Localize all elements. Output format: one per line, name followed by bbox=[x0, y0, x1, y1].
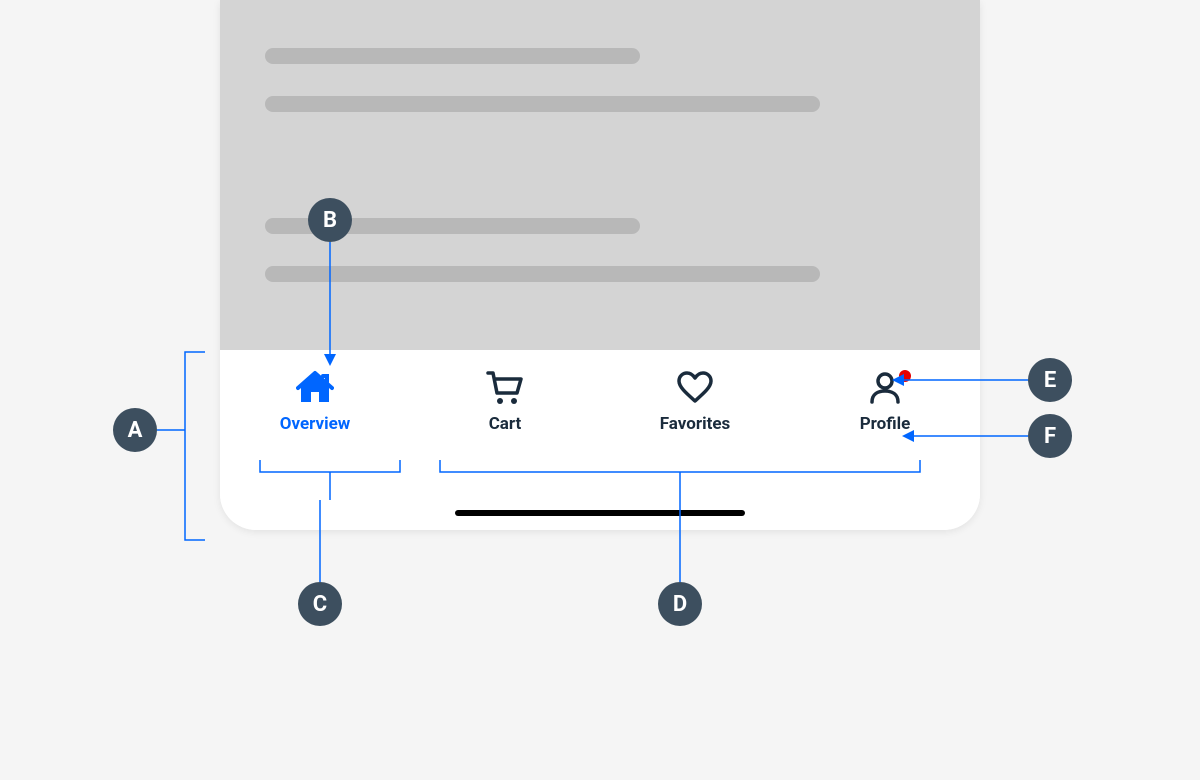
tab-label: Favorites bbox=[660, 414, 731, 434]
tab-label: Profile bbox=[860, 414, 911, 434]
tab-overview[interactable]: Overview bbox=[245, 368, 385, 434]
tab-profile[interactable]: Profile bbox=[815, 368, 955, 434]
skeleton-line bbox=[265, 96, 820, 112]
tab-cart[interactable]: Cart bbox=[435, 368, 575, 434]
home-indicator bbox=[455, 510, 745, 516]
callout-b: B bbox=[308, 198, 352, 242]
tab-bar: Overview Cart Favorites bbox=[220, 350, 980, 530]
content-placeholder bbox=[220, 0, 980, 350]
home-icon bbox=[295, 368, 335, 408]
skeleton-line bbox=[265, 48, 640, 64]
tab-favorites[interactable]: Favorites bbox=[625, 368, 765, 434]
phone-frame: Overview Cart Favorites bbox=[220, 0, 980, 530]
callout-d: D bbox=[658, 582, 702, 626]
callout-f: F bbox=[1028, 414, 1072, 458]
tab-label: Overview bbox=[280, 414, 351, 434]
tab-label: Cart bbox=[489, 414, 522, 434]
notification-badge bbox=[897, 368, 913, 384]
callout-a: A bbox=[113, 408, 157, 452]
callout-e: E bbox=[1028, 358, 1072, 402]
callout-c: C bbox=[298, 582, 342, 626]
skeleton-line bbox=[265, 266, 820, 282]
heart-icon bbox=[675, 368, 715, 408]
cart-icon bbox=[485, 368, 525, 408]
